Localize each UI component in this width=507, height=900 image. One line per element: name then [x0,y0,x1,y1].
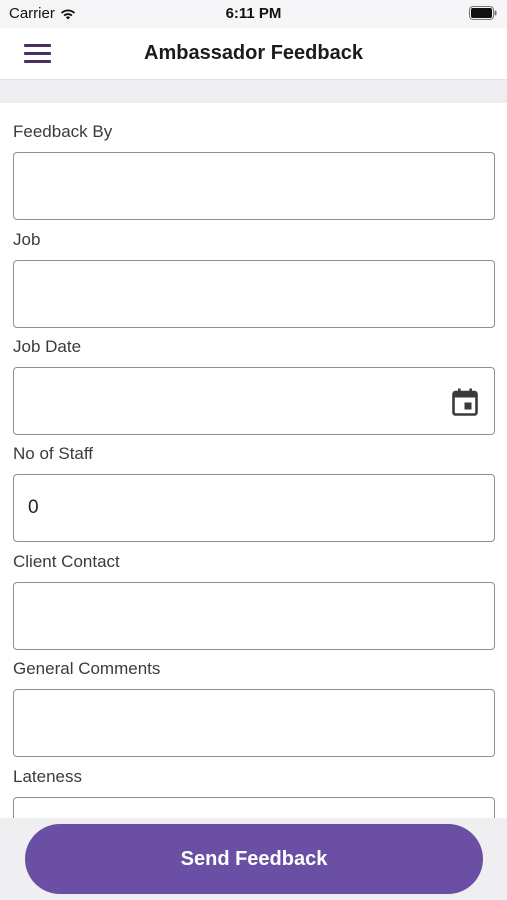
header-divider [0,80,507,103]
no-of-staff-input[interactable]: 0 [13,474,495,542]
app-screen: Carrier 6:11 PM Ambassador Feedback Feed… [0,0,507,900]
lateness-field: Lateness [13,765,495,818]
general-comments-label: General Comments [13,659,161,678]
general-comments-input[interactable] [13,689,495,757]
no-of-staff-field: No of Staff 0 [13,442,495,542]
job-date-label: Job Date [13,337,82,356]
client-contact-label: Client Contact [13,552,120,571]
job-date-input[interactable] [13,367,495,435]
job-date-field: Job Date [13,335,495,435]
feedback-form: Feedback By Job Job Date No of Staff 0 C… [0,103,507,818]
client-contact-input[interactable] [13,582,495,650]
clock: 6:11 PM [225,5,282,22]
lateness-input[interactable] [13,797,495,818]
no-of-staff-label: No of Staff [13,444,94,463]
battery-icon [469,6,497,20]
lateness-label: Lateness [13,767,82,786]
navigation-bar: Ambassador Feedback [0,28,507,80]
general-comments-field: General Comments [13,657,495,757]
send-feedback-button[interactable]: Send Feedback [25,824,483,894]
job-field: Job [13,228,495,328]
feedback-by-input[interactable] [13,152,495,220]
calendar-icon[interactable] [452,388,478,416]
status-bar: Carrier 6:11 PM [0,0,507,28]
feedback-by-field: Feedback By [13,120,495,220]
job-label: Job [13,230,41,249]
bottom-action-bar: Send Feedback [0,818,507,900]
page-title: Ambassador Feedback [144,42,363,64]
job-input[interactable] [13,260,495,328]
client-contact-field: Client Contact [13,550,495,650]
feedback-by-label: Feedback By [13,122,113,141]
